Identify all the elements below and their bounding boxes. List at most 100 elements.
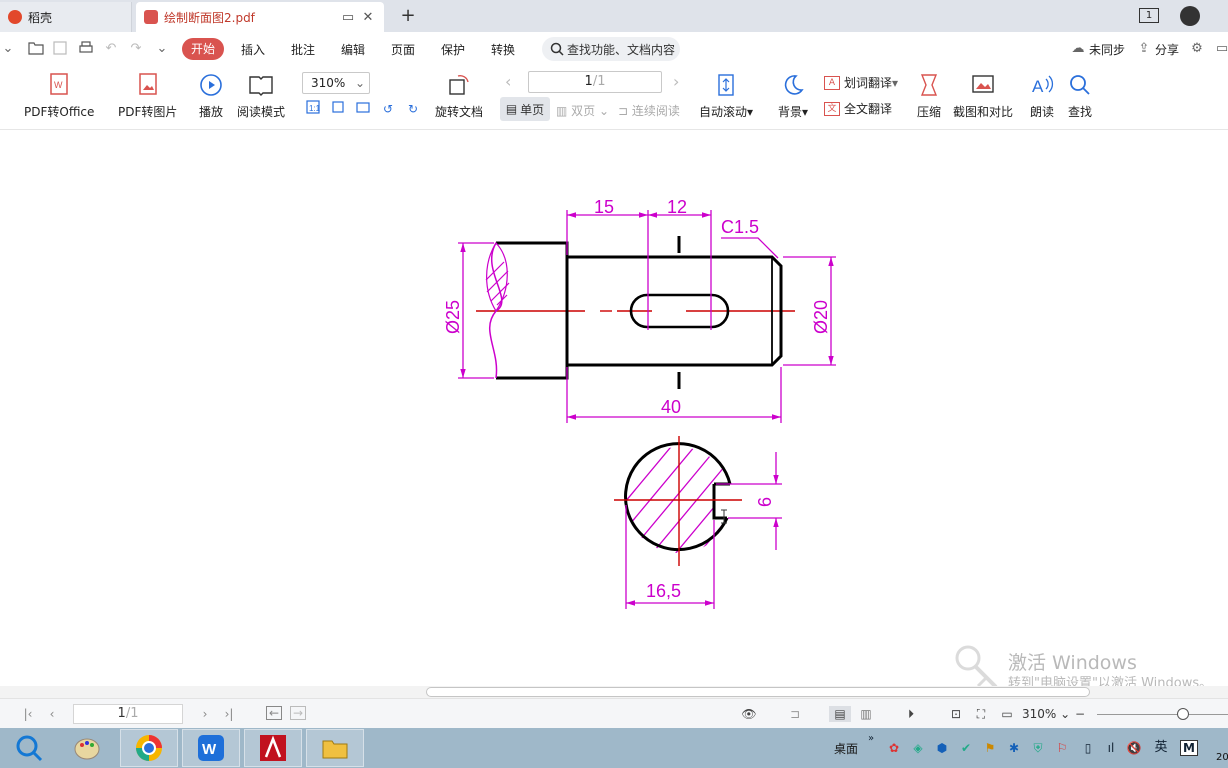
next-page-icon[interactable]: › — [673, 72, 679, 91]
close-tab-icon[interactable]: ✕ — [360, 9, 376, 25]
battery-icon[interactable]: ▯ — [1080, 740, 1096, 756]
message-icon[interactable]: ▭ — [1214, 41, 1228, 57]
rotate-left-icon[interactable]: ↺ — [379, 100, 397, 118]
tray-flag-icon[interactable]: ⚐ — [1054, 740, 1070, 756]
taskbar-autocad-app[interactable] — [244, 729, 302, 767]
next-page-icon[interactable]: › — [197, 706, 213, 722]
tray-nvidia-icon[interactable]: ◈ — [910, 740, 926, 756]
menu-convert[interactable]: 转换 — [491, 41, 515, 58]
taskbar-search-button[interactable] — [0, 729, 58, 767]
document-viewport[interactable]: 15 12 C1.5 Ø25 Ø20 40 6 16,5 激活 Windows … — [0, 131, 1228, 691]
horizontal-scroll-thumb[interactable] — [426, 687, 1090, 697]
volume-muted-icon[interactable]: 🔇 — [1126, 740, 1142, 756]
taskbar-paint-app[interactable] — [58, 729, 116, 767]
status-page-input[interactable]: 1/1 — [73, 704, 183, 724]
zoom-out-icon[interactable]: − — [1072, 706, 1088, 722]
ime-mode[interactable]: M — [1180, 740, 1198, 756]
menu-page[interactable]: 页面 — [391, 41, 415, 58]
open-folder-icon[interactable] — [28, 41, 44, 57]
status-zoom[interactable]: 310% ⌄ — [1022, 707, 1070, 721]
fit-page-icon[interactable]: ⛶ — [973, 706, 989, 722]
actual-size-icon[interactable]: ⊡ — [948, 706, 964, 722]
word-translate-button[interactable]: A 划词翻译 ▾ — [824, 74, 898, 91]
taskbar-browser-app[interactable] — [120, 729, 178, 767]
find-button[interactable]: 查找 — [1065, 70, 1095, 120]
menu-start[interactable]: 开始 — [182, 38, 224, 60]
browser-icon — [136, 735, 162, 761]
pdf-reader-window: 稻壳 绘制断面图2.pdf ▭ ✕ + 1 ⌄ ↶ ↷ ⌄ 开始 插入 批注 编… — [0, 0, 1228, 768]
single-page-view-icon[interactable]: ▤ — [829, 706, 851, 722]
network-signal-icon[interactable]: ıl — [1103, 740, 1119, 756]
screenshot-compare-button[interactable]: 截图和对比 — [953, 70, 1013, 120]
full-translate-button[interactable]: 文 全文翻译 — [824, 100, 892, 117]
ime-language[interactable]: 英 — [1153, 740, 1169, 756]
share-button[interactable]: 分享 — [1155, 41, 1179, 58]
chevron-down-icon[interactable]: ⌄ — [0, 41, 16, 57]
rotate-document-button[interactable]: 旋转文档 — [435, 70, 483, 120]
taskbar-wps-app[interactable]: W — [182, 729, 240, 767]
menu-annotate[interactable]: 批注 — [291, 41, 315, 58]
read-aloud-button[interactable]: A 朗读 — [1027, 70, 1057, 120]
user-avatar[interactable] — [1180, 6, 1200, 26]
fit-width-icon[interactable]: ▭ — [999, 706, 1015, 722]
tray-desktop-label[interactable]: 桌面 — [834, 740, 858, 757]
svg-text:W: W — [54, 80, 63, 90]
print-icon[interactable] — [78, 41, 94, 57]
tray-app-icon[interactable]: ✿ — [886, 740, 902, 756]
auto-scroll-button[interactable]: 自动滚动▾ — [699, 70, 753, 120]
double-page-view-icon[interactable]: ▥ — [858, 706, 874, 722]
pin-tab-icon[interactable]: ▭ — [340, 9, 356, 25]
zoom-slider-knob[interactable] — [1177, 708, 1189, 720]
view-single-page-button[interactable]: ▤ 单页 — [500, 97, 550, 121]
menu-edit[interactable]: 编辑 — [341, 41, 365, 58]
new-tab-button[interactable]: + — [396, 5, 420, 27]
play-icon[interactable]: ⏵ — [903, 706, 919, 722]
menu-protect[interactable]: 保护 — [441, 41, 465, 58]
tray-security-icon[interactable]: ⚑ — [982, 740, 998, 756]
compress-button[interactable]: 压缩 — [914, 70, 944, 120]
fit-width-icon[interactable] — [354, 100, 372, 118]
forward-icon[interactable]: → — [290, 706, 306, 720]
background-button[interactable]: 背景▾ — [778, 70, 808, 120]
tray-check-icon[interactable]: ✔ — [958, 740, 974, 756]
pdf-to-image-button[interactable]: PDF转图片 — [118, 70, 177, 120]
dimension-15: 15 — [594, 197, 614, 217]
back-icon[interactable]: ← — [266, 706, 282, 720]
customize-dropdown-icon[interactable]: ⌄ — [154, 41, 170, 57]
zoom-slider[interactable] — [1097, 714, 1228, 715]
save-icon[interactable] — [52, 41, 68, 57]
page-number-input[interactable]: 1/1 — [528, 71, 662, 93]
tab-daoke[interactable]: 稻壳 — [0, 2, 132, 32]
eye-protection-icon[interactable]: 👁 — [741, 706, 757, 722]
tab-document[interactable]: 绘制断面图2.pdf ▭ ✕ — [136, 2, 384, 32]
redo-icon[interactable]: ↷ — [128, 41, 144, 57]
continuous-view-icon[interactable]: ⊐ — [787, 706, 803, 722]
menu-insert[interactable]: 插入 — [241, 41, 265, 58]
prev-page-icon[interactable]: ‹ — [44, 706, 60, 722]
settings-gear-icon[interactable]: ⚙ — [1189, 41, 1205, 57]
fit-page-icon[interactable] — [329, 100, 347, 118]
zoom-select[interactable]: 310% ⌄ — [302, 72, 370, 94]
last-page-icon[interactable]: ›| — [221, 706, 237, 722]
tray-clock[interactable]: 20 — [1216, 752, 1228, 763]
prev-page-icon[interactable]: ‹ — [505, 72, 511, 91]
view-double-page-button[interactable]: ▥ 双页 ⌄ — [556, 102, 609, 119]
first-page-icon[interactable]: |‹ — [20, 706, 36, 722]
pdf-to-office-button[interactable]: W PDF转Office — [24, 70, 94, 120]
window-count-badge[interactable]: 1 — [1139, 8, 1159, 23]
tray-shield-icon[interactable]: ⛨ — [1030, 740, 1046, 756]
read-mode-button[interactable]: 阅读模式 — [237, 70, 285, 120]
search-icon — [550, 42, 564, 56]
tray-cube-icon[interactable]: ⬢ — [934, 740, 950, 756]
rotate-right-icon[interactable]: ↻ — [404, 100, 422, 118]
feature-search[interactable]: 查找功能、文档内容 — [542, 37, 680, 61]
sync-status[interactable]: 未同步 — [1089, 41, 1125, 58]
actual-size-icon[interactable]: 1:1 — [304, 100, 322, 118]
bluetooth-icon[interactable]: ✱ — [1006, 740, 1022, 756]
undo-icon[interactable]: ↶ — [103, 41, 119, 57]
continuous-icon: ⊐ — [618, 104, 632, 118]
taskbar-file-explorer[interactable] — [306, 729, 364, 767]
view-continuous-button[interactable]: ⊐ 连续阅读 — [618, 102, 680, 119]
play-button[interactable]: 播放 — [196, 70, 226, 120]
tray-expand-icon[interactable]: » — [863, 731, 879, 747]
